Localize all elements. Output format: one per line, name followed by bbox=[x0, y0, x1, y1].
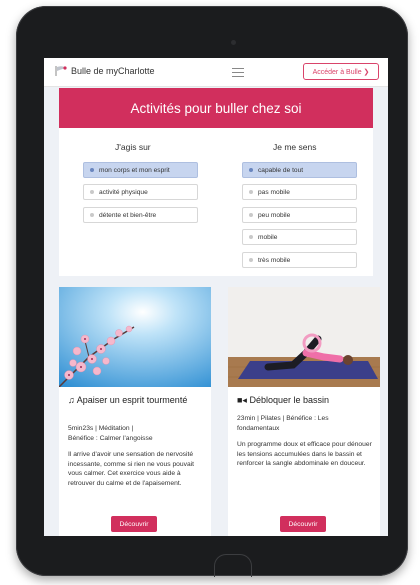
card-description: Il arrive d'avoir une sensation de nervo… bbox=[68, 451, 195, 487]
access-bulle-button[interactable]: Accéder à Bulle ❯ bbox=[303, 63, 379, 80]
filter-option-tres-mobile[interactable]: très mobile bbox=[242, 252, 357, 268]
brand-name: Bulle de myCharlotte bbox=[71, 66, 155, 76]
card-meta-duration: 5min23s | Méditation | bbox=[68, 425, 134, 432]
radio-dot-icon bbox=[90, 213, 94, 217]
card-meta-benefit: Bénéfice : Calmer l'angoisse bbox=[68, 435, 153, 442]
camera-dot bbox=[231, 40, 236, 45]
card-image-pilates bbox=[228, 287, 380, 387]
activity-card-bassin[interactable]: ■◂ Débloquer le bassin 23min | Pilates |… bbox=[228, 287, 380, 536]
page-title: Activités pour buller chez soi bbox=[130, 100, 302, 116]
music-note-icon: ♫ bbox=[68, 395, 75, 405]
filter-panel: J'agis sur Je me sens mon corps et mon e… bbox=[59, 128, 373, 276]
filter-option-mon-corps[interactable]: mon corps et mon esprit bbox=[83, 162, 198, 178]
filter-right-title: Je me sens bbox=[273, 142, 317, 152]
brand[interactable]: Bulle de myCharlotte bbox=[54, 65, 155, 77]
radio-dot-icon bbox=[249, 168, 253, 172]
radio-dot-icon bbox=[249, 213, 253, 217]
video-camera-icon: ■◂ bbox=[237, 395, 247, 405]
card-meta-benefit: fondamentaux bbox=[237, 425, 280, 432]
radio-dot-icon bbox=[90, 168, 94, 172]
card-description: Un programme doux et efficace pour dénou… bbox=[237, 441, 372, 467]
radio-dot-icon bbox=[90, 190, 94, 194]
discover-button[interactable]: Découvrir bbox=[111, 516, 157, 532]
discover-button[interactable]: Découvrir bbox=[280, 516, 326, 532]
filter-option-mobile[interactable]: mobile bbox=[242, 229, 357, 245]
card-title: ♫ Apaiser un esprit tourmenté bbox=[68, 395, 188, 405]
card-title: ■◂ Débloquer le bassin bbox=[237, 395, 330, 405]
logo-icon bbox=[55, 66, 67, 76]
radio-dot-icon bbox=[249, 258, 253, 262]
card-meta-duration: 23min | Pilates | Bénéfice : Les bbox=[237, 415, 329, 422]
activity-card-apaiser[interactable]: ♫ Apaiser un esprit tourmenté 5min23s | … bbox=[59, 287, 211, 536]
filter-option-activite-physique[interactable]: activité physique bbox=[83, 184, 198, 200]
filter-left-title: J'agis sur bbox=[115, 142, 151, 152]
top-navbar: Bulle de myCharlotte Accéder à Bulle ❯ bbox=[44, 58, 388, 87]
filter-option-peu-mobile[interactable]: peu mobile bbox=[242, 207, 357, 223]
filter-option-detente[interactable]: détente et bien-être bbox=[83, 207, 198, 223]
home-button[interactable] bbox=[214, 554, 252, 577]
screen: Bulle de myCharlotte Accéder à Bulle ❯ A… bbox=[44, 58, 388, 536]
card-image-blossom bbox=[59, 287, 211, 387]
filter-option-pas-mobile[interactable]: pas mobile bbox=[242, 184, 357, 200]
menu-icon[interactable] bbox=[232, 68, 244, 77]
filter-option-capable[interactable]: capable de tout bbox=[242, 162, 357, 178]
radio-dot-icon bbox=[249, 190, 253, 194]
page-banner: Activités pour buller chez soi bbox=[59, 88, 373, 128]
radio-dot-icon bbox=[249, 235, 253, 239]
